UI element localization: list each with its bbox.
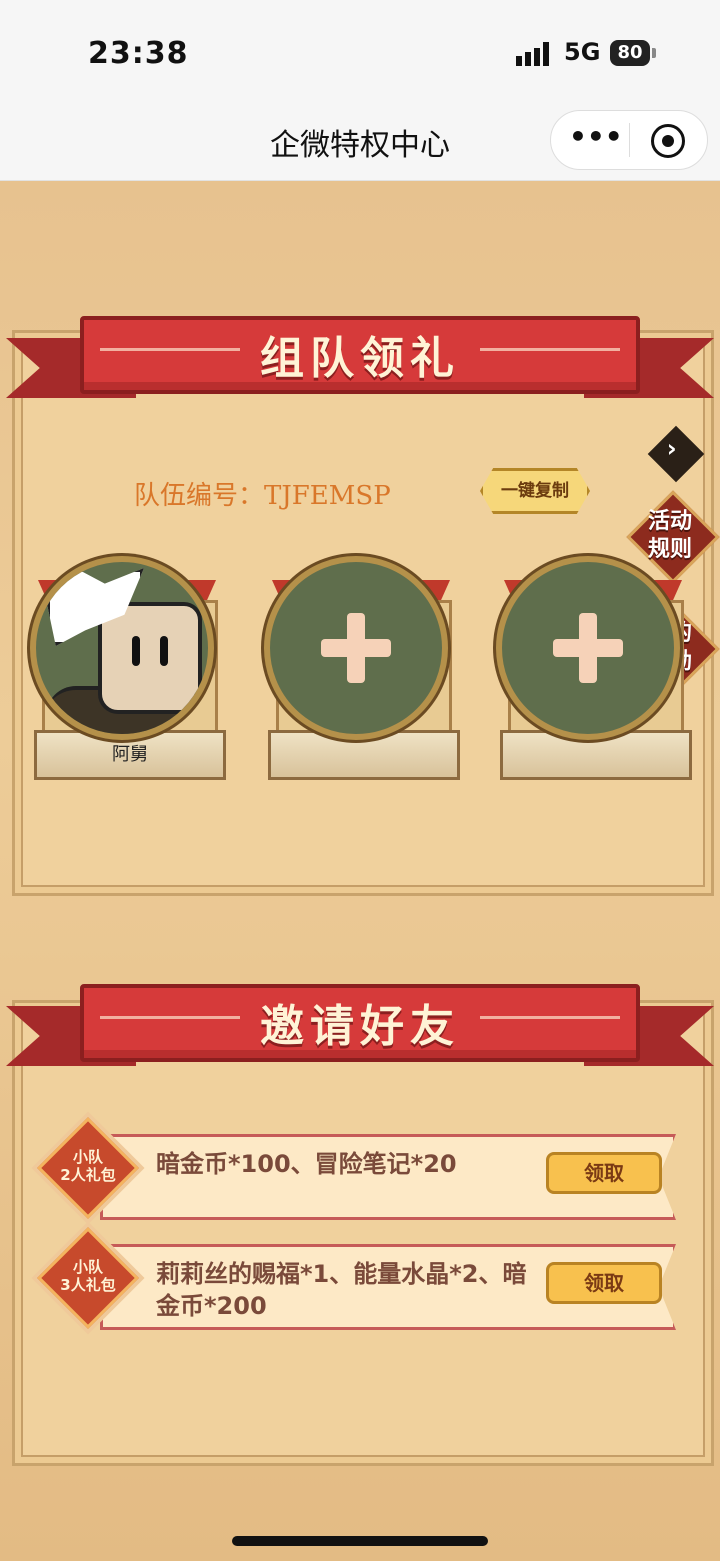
network-type: 5G xyxy=(564,38,601,66)
team-section-title: 组队领礼 xyxy=(260,333,460,384)
team-id-label: 队伍编号：TJFEMSP xyxy=(134,481,391,511)
gift-row: 小队 2人礼包 暗金币*100、冒险笔记*20 领取 xyxy=(37,1117,680,1224)
invite-section-title: 邀请好友 xyxy=(260,1001,460,1052)
gift-badge-label: 小队 2人礼包 xyxy=(60,1148,116,1184)
avatar-eye-left xyxy=(132,636,140,666)
status-time: 23:38 xyxy=(88,36,189,71)
more-dots-icon[interactable]: ••• xyxy=(569,123,623,153)
rules-label: 活动 规则 xyxy=(647,509,692,562)
claim-button[interactable]: 领取 xyxy=(546,1262,662,1304)
home-indicator[interactable] xyxy=(232,1536,488,1546)
gift-description: 暗金币*100、冒险笔记*20 xyxy=(156,1150,457,1178)
invite-ribbon: 邀请好友 xyxy=(0,984,720,1094)
mini-program-capsule: ••• xyxy=(550,110,708,170)
team-member-slot-2[interactable] xyxy=(264,556,460,780)
team-member-slot-3[interactable] xyxy=(496,556,692,780)
team-ribbon: 组队领礼 xyxy=(0,316,720,426)
invite-slot-circle[interactable] xyxy=(496,556,680,740)
signal-icon xyxy=(516,42,549,66)
plus-icon xyxy=(553,613,623,683)
gift-badge-label: 小队 3人礼包 xyxy=(60,1258,116,1294)
invite-slot-circle[interactable] xyxy=(264,556,448,740)
gift-description: 莉莉丝的赐福*1、能量水晶*2、暗金币*200 xyxy=(156,1260,527,1320)
target-icon[interactable] xyxy=(651,124,685,158)
avatar xyxy=(30,556,214,740)
nav-bar: 企微特权中心 ••• xyxy=(0,100,720,181)
gift-row: 小队 3人礼包 莉莉丝的赐福*1、能量水晶*2、暗金币*200 领取 xyxy=(37,1227,680,1334)
team-member-slot-1: 阿舅 xyxy=(30,556,226,780)
capsule-divider xyxy=(629,123,630,157)
avatar-eye-right xyxy=(160,636,168,666)
claim-button[interactable]: 领取 xyxy=(546,1152,662,1194)
copy-team-id-button[interactable]: 一键复制 xyxy=(480,468,590,514)
battery-icon: 80 xyxy=(610,40,656,66)
status-bar: 23:38 5G 80 xyxy=(0,0,720,100)
plus-icon xyxy=(321,613,391,683)
